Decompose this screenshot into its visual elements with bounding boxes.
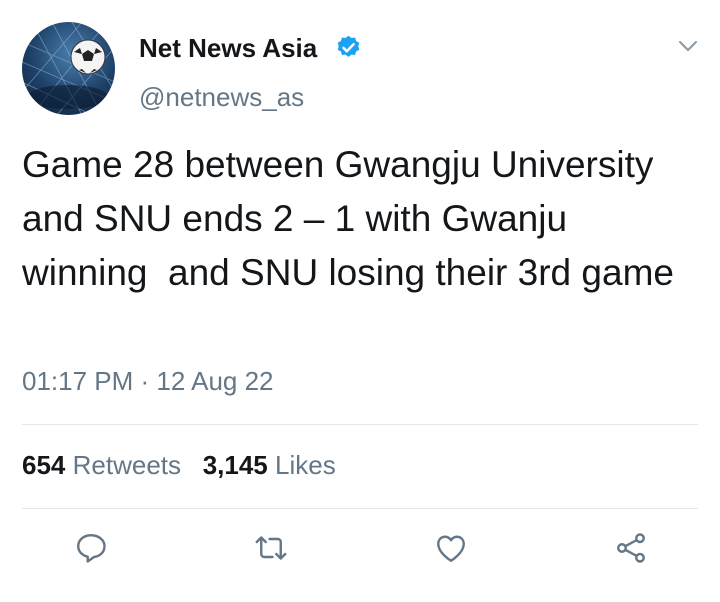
user-handle[interactable]: @netnews_as bbox=[139, 82, 304, 113]
share-button[interactable] bbox=[613, 530, 649, 566]
verified-badge-icon bbox=[337, 35, 360, 57]
likes-count: 3,145 bbox=[202, 450, 268, 480]
like-button[interactable] bbox=[433, 530, 469, 566]
retweet-icon bbox=[255, 536, 287, 560]
retweet-button[interactable] bbox=[253, 530, 289, 566]
retweets-label: Retweets bbox=[72, 450, 182, 480]
soccer-ball-icon bbox=[22, 22, 115, 115]
like-icon bbox=[437, 535, 465, 562]
divider bbox=[22, 508, 698, 509]
reply-icon bbox=[77, 534, 106, 563]
reply-button[interactable] bbox=[73, 530, 109, 566]
tweet-date: 12 Aug 22 bbox=[156, 366, 274, 396]
share-icon bbox=[617, 533, 645, 563]
chevron-down-icon[interactable] bbox=[676, 34, 700, 58]
timestamp-separator: · bbox=[133, 366, 157, 396]
likes-label: Likes bbox=[275, 450, 336, 480]
divider bbox=[22, 424, 698, 425]
likes-stat[interactable]: 3,145 Likes bbox=[203, 450, 336, 480]
tweet-card: Net News Asia @netnews_as Game 28 betwee… bbox=[0, 0, 720, 602]
display-name[interactable]: Net News Asia bbox=[139, 33, 317, 64]
tweet-text: Game 28 between Gwangju University and S… bbox=[22, 144, 674, 293]
tweet-header: Net News Asia @netnews_as bbox=[0, 0, 720, 130]
tweet-stats: 654 Retweets 3,145 Likes bbox=[22, 450, 336, 481]
retweets-stat[interactable]: 654 Retweets bbox=[22, 450, 181, 480]
avatar[interactable] bbox=[22, 22, 115, 115]
retweets-count: 654 bbox=[22, 450, 66, 480]
tweet-timestamp[interactable]: 01:17 PM · 12 Aug 22 bbox=[22, 366, 274, 397]
tweet-time: 01:17 PM bbox=[22, 366, 134, 396]
